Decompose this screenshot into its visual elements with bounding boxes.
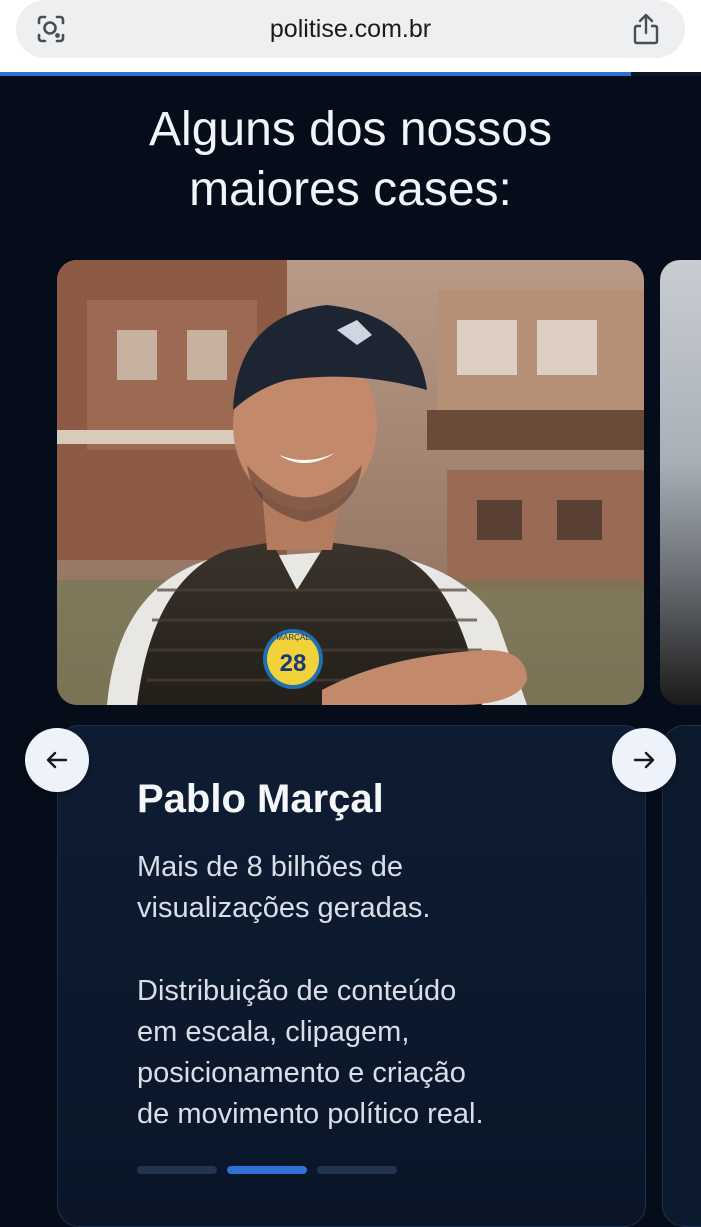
- case-services: Distribuição de conteúdo em escala, clip…: [137, 971, 617, 1135]
- share-icon[interactable]: [630, 12, 662, 46]
- arrow-right-icon: [633, 751, 655, 769]
- search-lens-icon[interactable]: [36, 14, 66, 44]
- next-case-button[interactable]: [612, 728, 676, 792]
- carousel-dot[interactable]: [137, 1166, 217, 1174]
- url-text[interactable]: politise.com.br: [0, 0, 701, 58]
- case-name: Pablo Marçal: [137, 777, 384, 821]
- page-load-progress: [0, 72, 701, 76]
- case-description-line1: Mais de 8 bilhões de: [137, 851, 403, 883]
- section-title-line1: Alguns dos nossos: [149, 103, 552, 156]
- badge-number-text: 28: [280, 650, 307, 677]
- case-description: Mais de 8 bilhões de visualizações gerad…: [137, 847, 617, 929]
- section-title: Alguns dos nossos maiores cases:: [0, 100, 701, 220]
- case-services-line4: de movimento político real.: [137, 1098, 484, 1130]
- page-load-progress-fill: [0, 72, 631, 76]
- browser-address-bar: politise.com.br: [0, 0, 701, 72]
- badge-name-text: MARÇAL: [276, 633, 310, 642]
- case-services-line1: Distribuição de conteúdo: [137, 975, 457, 1007]
- case-photo: MARÇAL 28: [57, 260, 644, 705]
- carousel-dot[interactable]: [317, 1166, 397, 1174]
- case-services-line3: posicionamento e criação: [137, 1057, 466, 1089]
- carousel-dot[interactable]: [227, 1166, 307, 1174]
- next-case-photo-peek[interactable]: [660, 260, 701, 705]
- section-title-line2: maiores cases:: [189, 163, 512, 216]
- next-case-card-peek[interactable]: [662, 725, 701, 1227]
- case-description-line2: visualizações geradas.: [137, 892, 431, 924]
- arrow-left-icon: [46, 751, 68, 769]
- previous-case-button[interactable]: [25, 728, 89, 792]
- case-services-line2: em escala, clipagem,: [137, 1016, 410, 1048]
